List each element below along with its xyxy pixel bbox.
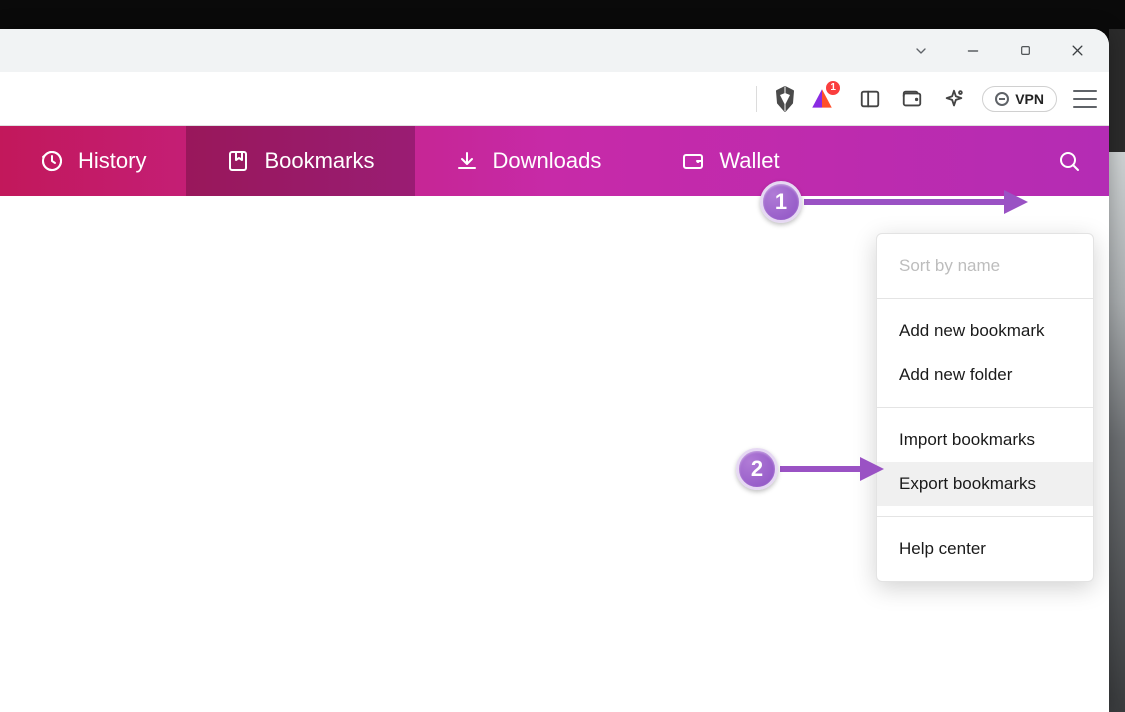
nav-downloads[interactable]: Downloads — [415, 126, 642, 196]
address-omnibox-extensions: 1 — [747, 79, 848, 119]
sidebar-toggle-icon[interactable] — [856, 85, 884, 113]
annotation-badge: 2 — [736, 448, 778, 490]
annotation-step-1: 1 — [760, 181, 802, 223]
rewards-badge: 1 — [825, 80, 841, 96]
annotation-arrow-2-head — [860, 457, 884, 481]
window-close-button[interactable] — [1051, 29, 1103, 72]
nav-label: History — [78, 148, 146, 174]
annotation-arrow-1-head — [1004, 190, 1028, 214]
nav-label: Downloads — [493, 148, 602, 174]
vpn-label: VPN — [1015, 91, 1044, 107]
hamburger-icon — [1073, 90, 1097, 108]
desktop-wallpaper-edge — [1109, 29, 1125, 712]
nav-history[interactable]: History — [0, 126, 186, 196]
annotation-step-2: 2 — [736, 448, 778, 490]
window-titlebar — [0, 29, 1109, 72]
main-menu-button[interactable] — [1071, 85, 1099, 113]
nav-search-button[interactable] — [1029, 126, 1109, 196]
annotation-arrow-2-line — [780, 466, 860, 472]
history-icon — [40, 149, 64, 173]
toolbar-divider — [756, 86, 757, 112]
menu-help-center[interactable]: Help center — [877, 527, 1093, 571]
bookmark-icon — [226, 149, 250, 173]
search-icon — [1057, 149, 1081, 173]
wallet-icon[interactable] — [898, 85, 926, 113]
nav-label: Bookmarks — [264, 148, 374, 174]
hub-navbar: History Bookmarks Downloads Wallet — [0, 126, 1109, 196]
menu-export-bookmarks[interactable]: Export bookmarks — [877, 462, 1093, 506]
wallet-nav-icon — [681, 149, 705, 173]
menu-import-bookmarks[interactable]: Import bookmarks — [877, 418, 1093, 462]
vpn-button[interactable]: VPN — [982, 86, 1057, 112]
nav-label: Wallet — [719, 148, 779, 174]
download-icon — [455, 149, 479, 173]
window-minimize-button[interactable] — [947, 29, 999, 72]
browser-toolbar: 1 VPN — [0, 72, 1109, 126]
nav-bookmarks[interactable]: Bookmarks — [186, 126, 414, 196]
tab-dropdown-chevron-icon[interactable] — [901, 43, 941, 59]
menu-sort-by-name[interactable]: Sort by name — [877, 244, 1093, 288]
vpn-status-dot-icon — [995, 92, 1009, 106]
leo-ai-icon[interactable] — [940, 85, 968, 113]
browser-window: 1 VPN History — [0, 29, 1109, 712]
bookmarks-options-menu: Sort by name Add new bookmark Add new fo… — [876, 233, 1094, 582]
annotation-badge: 1 — [760, 181, 802, 223]
brave-shields-icon[interactable] — [771, 85, 799, 113]
toolbar-actions: VPN — [856, 85, 1101, 113]
menu-add-folder[interactable]: Add new folder — [877, 353, 1093, 397]
annotation-arrow-1-line — [804, 199, 1004, 205]
brave-rewards-icon[interactable]: 1 — [809, 84, 835, 114]
window-maximize-button[interactable] — [999, 29, 1051, 72]
menu-add-bookmark[interactable]: Add new bookmark — [877, 309, 1093, 353]
